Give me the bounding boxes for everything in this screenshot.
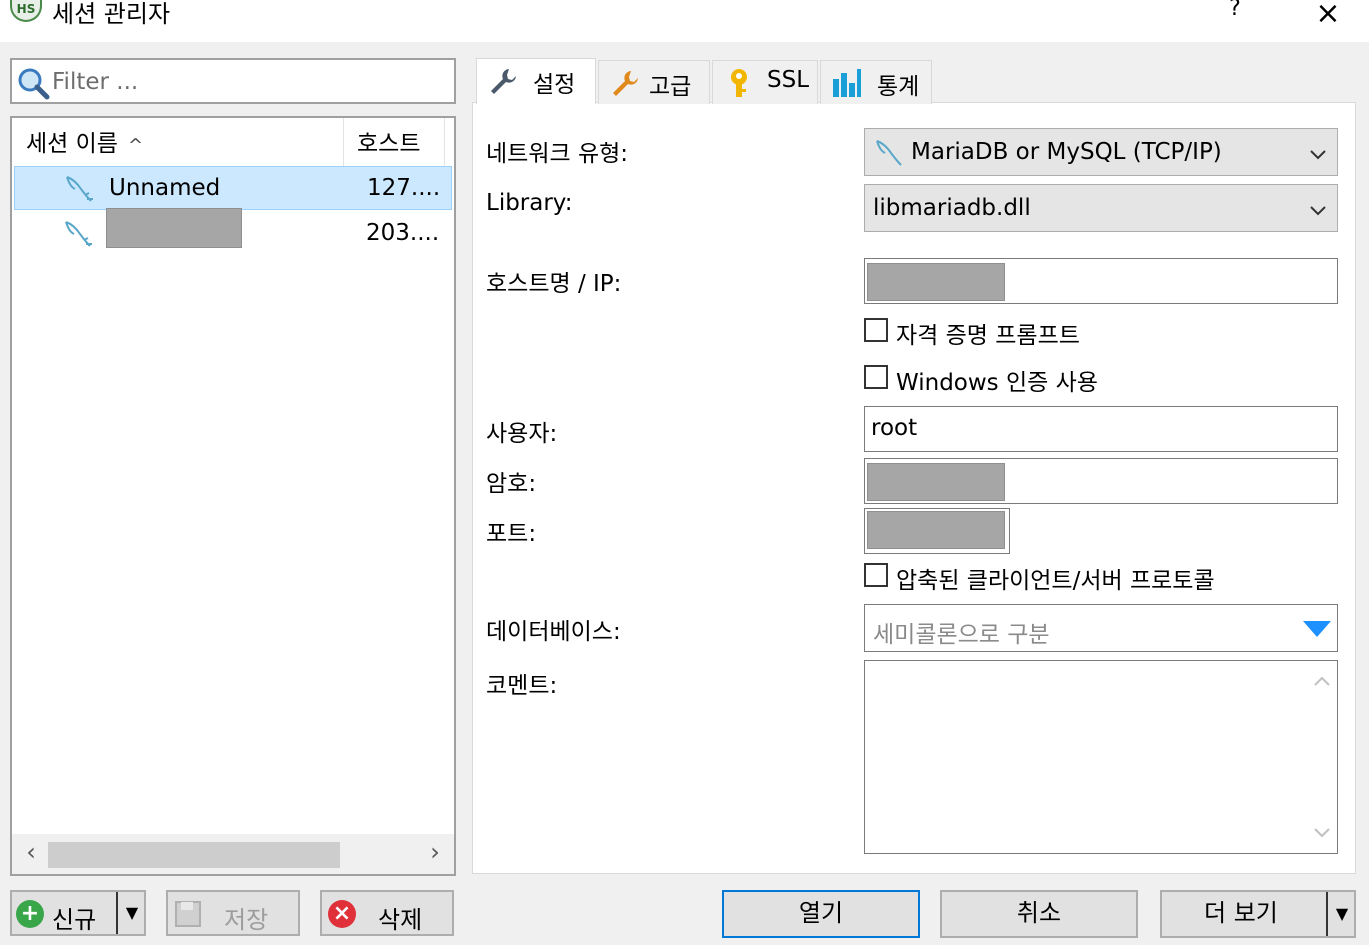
tab-label: 고급 [649,74,692,100]
delete-button[interactable]: × 삭제 [320,890,454,936]
horizontal-scrollbar[interactable]: ‹ › [12,834,454,874]
user-input[interactable]: root [864,406,1338,452]
checkbox-box[interactable] [864,318,888,342]
tab-label: SSL [767,67,810,93]
tab-ssl[interactable]: SSL [712,60,818,104]
search-icon [18,68,50,100]
title-bar: HS 세션 관리자 ? × [0,0,1369,42]
dropdown-triangle-icon[interactable] [1301,619,1333,639]
library-label: Library: [486,190,573,216]
mysql-dolphin-icon [66,176,93,202]
session-row-unnamed[interactable]: Unnamed 127.... [14,166,452,210]
database-label: 데이터베이스: [486,619,621,645]
database-placeholder: 세미콜론으로 구분 [873,622,1050,648]
column-header-label: 세션 이름 [26,131,118,157]
window-title: 세션 관리자 [52,0,171,28]
mysql-dolphin-icon [65,221,92,247]
host-label: 호스트명 / IP: [486,271,622,297]
more-label: 더 보기 [1204,899,1278,927]
password-label: 암호: [486,471,537,497]
scroll-down-icon[interactable] [1311,821,1333,843]
user-label: 사용자: [486,421,558,447]
session-host: 203.... [366,220,440,246]
network-type-label: 네트워크 유형: [486,141,629,167]
filter-box [10,58,456,104]
tab-label: 설정 [533,72,576,98]
session-row-redacted[interactable]: 203.... [14,208,452,256]
scrollbar-thumb[interactable] [48,842,340,868]
session-list: 세션 이름 ^ 호스트 Unnamed 127.... 203.... ‹ › [10,116,456,876]
session-list-header: 세션 이름 ^ 호스트 [12,118,454,166]
wrench-orange-icon [613,71,638,96]
library-select[interactable]: libmariadb.dll [864,184,1338,232]
chevron-down-icon [1310,150,1326,160]
database-select[interactable]: 세미콜론으로 구분 [864,604,1338,652]
host-input[interactable] [864,258,1338,304]
wrench-icon [491,69,516,94]
session-name: Unnamed [109,175,221,201]
delete-label: 삭제 [378,906,423,934]
more-button[interactable]: 더 보기 ▼ [1160,890,1356,938]
chevron-down-icon [1310,206,1326,216]
scroll-up-icon[interactable] [1311,671,1333,693]
port-label: 포트: [486,521,537,547]
save-label: 저장 [224,906,269,934]
save-disk-icon [175,901,201,927]
bar-chart-icon [833,69,861,97]
tab-settings[interactable]: 설정 [476,58,596,104]
column-header-host[interactable]: 호스트 [345,118,445,166]
new-session-label: 신규 [52,906,97,934]
filter-input[interactable] [52,64,448,100]
password-input[interactable] [864,458,1338,504]
credentials-prompt-label: 자격 증명 프롬프트 [896,323,1080,349]
more-dropdown-icon[interactable]: ▼ [1326,892,1356,936]
port-spinner[interactable] [864,508,1010,554]
column-header-label: 호스트 [357,131,421,157]
user-value: root [871,415,918,441]
new-session-button[interactable]: + 신규 ▼ [10,890,146,936]
tab-advanced[interactable]: 고급 [598,60,710,104]
windows-auth-label: Windows 인증 사용 [896,370,1098,396]
redacted-port-value [867,511,1005,549]
add-icon: + [16,900,44,928]
redacted-session-name [106,208,242,248]
checkbox-box[interactable] [864,365,888,389]
vertical-scrollbar[interactable] [1307,661,1337,853]
close-button[interactable]: × [1300,0,1356,32]
comment-textarea[interactable] [864,660,1338,854]
scroll-left-icon[interactable]: ‹ [16,838,46,868]
compressed-protocol-label: 압축된 클라이언트/서버 프로토콜 [896,568,1215,594]
redacted-password-value [867,463,1005,501]
mysql-dolphin-icon [876,140,902,166]
checkbox-box[interactable] [864,563,888,587]
session-host: 127.... [367,175,441,201]
open-button[interactable]: 열기 [722,890,920,938]
save-button[interactable]: 저장 [166,890,300,936]
scroll-right-icon[interactable]: › [420,838,450,868]
library-value: libmariadb.dll [873,195,1031,221]
tab-statistics[interactable]: 통계 [820,60,932,104]
tab-label: 통계 [877,74,920,100]
network-type-select[interactable]: MariaDB or MySQL (TCP/IP) [864,128,1338,176]
sort-ascending-icon: ^ [127,135,144,156]
comment-label: 코멘트: [486,673,558,699]
app-logo-icon: HS [10,0,42,22]
key-icon [731,69,747,97]
cancel-button[interactable]: 취소 [940,890,1138,938]
network-type-value: MariaDB or MySQL (TCP/IP) [911,139,1222,165]
help-button[interactable]: ? [1210,0,1260,32]
redacted-host-value [867,263,1005,301]
delete-icon: × [328,900,356,928]
column-header-session-name[interactable]: 세션 이름 ^ [12,118,344,166]
new-session-dropdown-icon[interactable]: ▼ [116,892,146,934]
